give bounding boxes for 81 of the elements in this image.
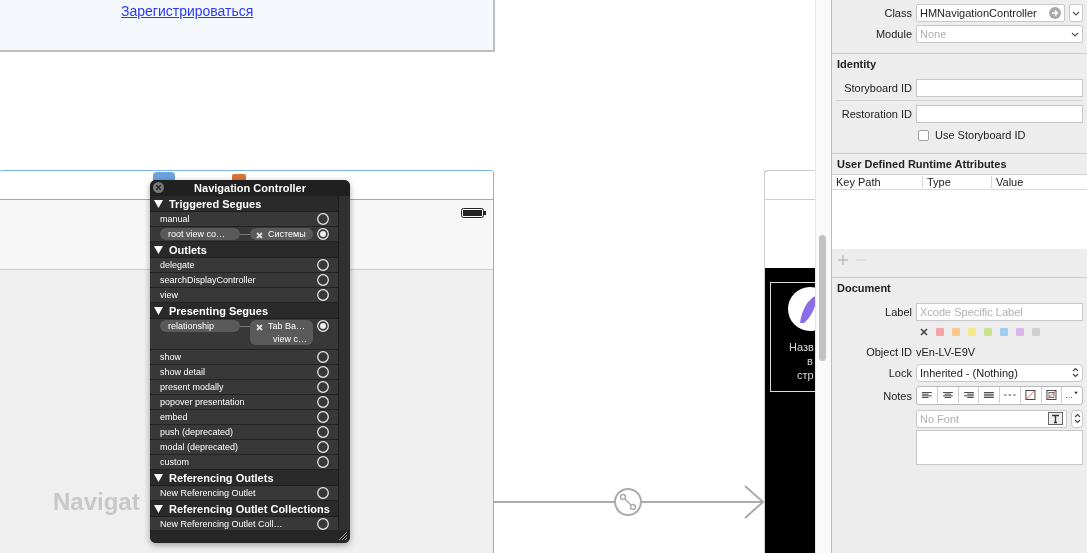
disclosure-triangle-icon[interactable] xyxy=(154,245,163,254)
connection-target[interactable]: Tab Ba… view c… xyxy=(250,320,313,345)
disclosure-triangle-icon[interactable] xyxy=(154,306,163,315)
field-label: Lock xyxy=(887,366,912,379)
connection-target[interactable]: Системы xyxy=(250,228,313,240)
connection-name: popover presentation xyxy=(160,397,246,407)
field-label: Notes xyxy=(882,389,912,402)
connection-name: embed xyxy=(160,412,189,422)
disclosure-triangle-icon[interactable] xyxy=(154,199,163,208)
updown-icon xyxy=(1073,413,1081,424)
section-title: Identity xyxy=(836,58,878,72)
storyboard-id-field[interactable] xyxy=(916,78,1083,97)
disclosure-triangle-icon[interactable] xyxy=(154,473,163,482)
connection-name: show xyxy=(160,352,182,362)
checkbox[interactable] xyxy=(918,129,929,141)
field-label: Storyboard ID xyxy=(843,81,912,94)
connection-name: delegate xyxy=(160,260,196,270)
connection-name: present modally xyxy=(160,382,225,392)
column-header[interactable]: Value xyxy=(992,176,1024,188)
disclosure-triangle-icon[interactable] xyxy=(154,504,163,513)
remove-icon[interactable] xyxy=(256,324,263,331)
connection-source: root view co… xyxy=(160,228,240,240)
field-label: Restoration ID xyxy=(840,107,912,120)
scene-text: в xyxy=(807,355,813,367)
chevron-down-icon xyxy=(1072,10,1080,16)
remove-icon[interactable] xyxy=(256,232,263,239)
field-label: Class xyxy=(883,7,912,19)
color-swatch[interactable] xyxy=(984,328,992,336)
connection-name: modal (deprecated) xyxy=(160,442,240,452)
section-header: Triggered Segues xyxy=(169,197,262,210)
popup-scrollbar[interactable] xyxy=(338,196,350,530)
resize-grip-icon[interactable] xyxy=(338,531,347,540)
chevron-down-icon xyxy=(1071,31,1079,37)
column-header[interactable]: Key Path xyxy=(832,176,923,188)
connection-name: push (deprecated) xyxy=(160,427,235,437)
checkbox-label: Use Storyboard ID xyxy=(935,129,1026,141)
updown-icon xyxy=(1072,367,1079,378)
close-icon[interactable] xyxy=(153,182,164,193)
popup-title: Navigation Controller xyxy=(194,182,306,194)
next-scene[interactable]: Назв в стр xyxy=(764,170,815,553)
color-swatch[interactable] xyxy=(968,328,976,336)
battery-icon xyxy=(461,208,486,218)
color-swatch[interactable] xyxy=(1000,328,1008,336)
object-id: vEn-LV-E9V xyxy=(916,346,976,358)
section-header: Referencing Outlet Collections xyxy=(169,502,330,515)
connection-name: New Referencing Outlet xyxy=(160,488,257,498)
class-field[interactable]: HMNavigationController xyxy=(916,4,1065,22)
field-label: Label xyxy=(884,305,912,318)
section-header: Referencing Outlets xyxy=(169,471,274,484)
connection-name: New Referencing Outlet Coll… xyxy=(160,519,284,529)
color-swatch[interactable] xyxy=(936,328,944,336)
connected-circle-icon[interactable] xyxy=(317,320,329,332)
notes-field[interactable] xyxy=(916,430,1083,465)
color-swatch[interactable] xyxy=(1016,328,1024,336)
section-header: Presenting Segues xyxy=(169,304,269,317)
connection-name: show detail xyxy=(160,367,207,377)
section-header: Outlets xyxy=(169,243,207,256)
label-field[interactable]: Xcode Specific Label xyxy=(916,302,1083,321)
connection-source: relationship xyxy=(160,320,240,332)
color-swatch[interactable] xyxy=(1032,328,1040,336)
connection-name: searchDisplayController xyxy=(160,275,257,285)
field-label: Object ID xyxy=(865,346,912,358)
scrollbar-thumb[interactable] xyxy=(819,235,826,361)
font-icon[interactable] xyxy=(1048,412,1063,425)
stepper[interactable] xyxy=(1071,409,1083,428)
dropdown-button[interactable] xyxy=(1069,4,1083,22)
column-header[interactable]: Type xyxy=(923,176,992,188)
connection-name: view xyxy=(160,290,179,300)
restoration-id-field[interactable] xyxy=(916,104,1083,123)
register-link[interactable]: Зарегистрироваться xyxy=(121,3,254,19)
connection-name: custom xyxy=(160,457,190,467)
connection-name: manual xyxy=(160,214,191,224)
lock-popup[interactable]: Inherited - (Nothing) xyxy=(916,363,1083,382)
scene-text: Назв xyxy=(789,341,814,353)
field-label: Module xyxy=(874,28,912,40)
color-swatch[interactable] xyxy=(952,328,960,336)
scene-text: стр xyxy=(797,369,814,381)
section-title: User Defined Runtime Attributes xyxy=(836,158,1008,172)
no-color-icon[interactable] xyxy=(920,328,928,336)
section-title: Document xyxy=(836,282,892,296)
connected-circle-icon[interactable] xyxy=(317,228,329,240)
